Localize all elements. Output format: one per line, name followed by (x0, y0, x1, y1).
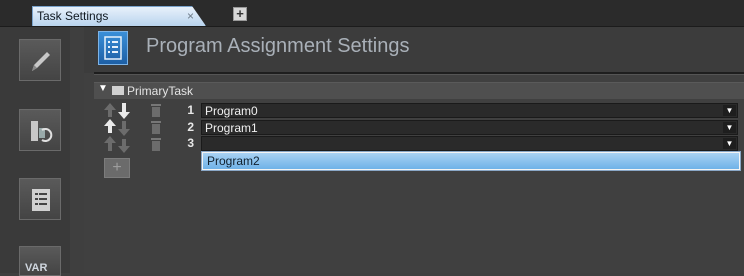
program-list-icon (32, 189, 50, 211)
move-down-icon[interactable] (118, 103, 130, 119)
chevron-down-icon[interactable]: ▼ (723, 138, 736, 149)
chevron-down-icon[interactable]: ▼ (723, 105, 736, 116)
program-select[interactable]: Program0 ▼ (201, 103, 738, 118)
tab-task-settings[interactable]: Task Settings × (32, 6, 206, 26)
program-select[interactable]: ▼ (201, 136, 738, 151)
var-icon: VAR (25, 262, 48, 274)
left-toolbar: VAR (0, 27, 70, 276)
main-panel: Program Assignment Settings ▼ PrimaryTas… (84, 27, 744, 273)
move-down-icon[interactable] (118, 121, 130, 136)
task-name: PrimaryTask (127, 84, 194, 98)
row-number: 2 (187, 120, 194, 134)
program-select-value: Program1 (205, 121, 258, 135)
chevron-down-icon[interactable]: ▼ (723, 122, 736, 133)
row-controls (104, 103, 161, 153)
trash-icon[interactable] (151, 104, 161, 117)
program-dropdown-list: Program2 (201, 151, 741, 171)
tab-strip: Task Settings × + (0, 0, 744, 27)
var-button[interactable]: VAR (19, 246, 61, 276)
row-number: 3 (187, 136, 194, 150)
io-assign-button[interactable] (19, 109, 61, 151)
dropdown-option[interactable]: Program2 (203, 153, 739, 169)
page-title: Program Assignment Settings (146, 35, 410, 57)
task-section-header[interactable]: ▼ PrimaryTask (94, 82, 744, 99)
program-list-button[interactable] (19, 178, 61, 220)
move-up-icon[interactable] (104, 103, 116, 117)
trash-icon[interactable] (151, 138, 161, 151)
add-tab-button[interactable]: + (233, 7, 247, 21)
program-select[interactable]: Program1 ▼ (201, 120, 738, 135)
header-divider (94, 72, 744, 75)
close-icon[interactable]: × (187, 9, 194, 23)
add-program-button[interactable]: + (104, 158, 130, 178)
folder-icon (112, 86, 124, 95)
io-assign-icon (31, 121, 53, 142)
page-header: Program Assignment Settings (84, 27, 744, 73)
edit-button[interactable] (19, 39, 61, 81)
collapse-triangle-icon[interactable]: ▼ (98, 83, 108, 94)
tab-title: Task Settings (37, 9, 109, 23)
row-number: 1 (187, 103, 194, 117)
move-up-icon[interactable] (104, 119, 116, 133)
program-assignment-icon (98, 31, 128, 65)
program-select-value: Program0 (205, 104, 258, 118)
move-up-icon[interactable] (104, 136, 116, 151)
move-down-icon[interactable] (118, 139, 130, 153)
pencil-icon (32, 52, 50, 71)
dropdown-option-label: Program2 (207, 154, 260, 168)
trash-icon[interactable] (151, 121, 161, 134)
